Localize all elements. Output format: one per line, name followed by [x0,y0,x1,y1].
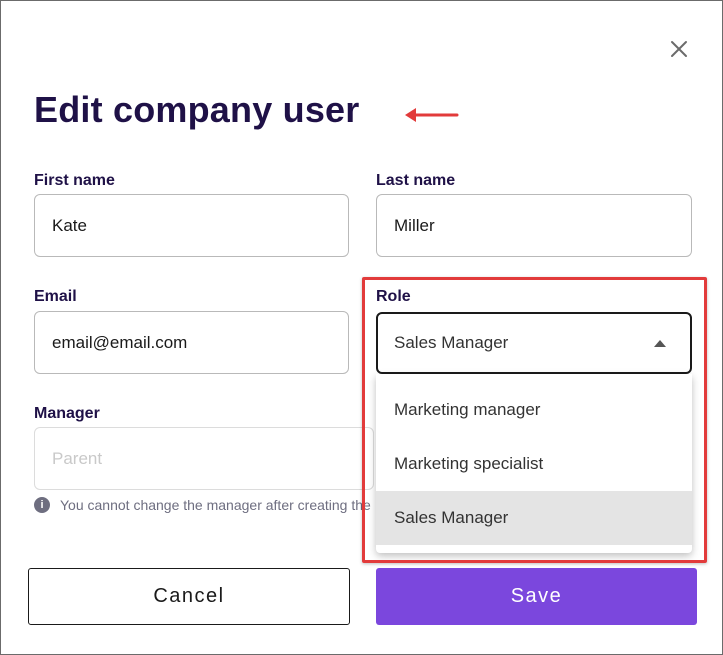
arrow-annotation-icon [405,108,459,122]
edit-user-dialog: Edit company user First name Last name E… [0,0,723,655]
close-button[interactable] [665,35,693,63]
manager-hint-text: You cannot change the manager after crea… [60,497,371,513]
manager-input [34,427,374,490]
role-dropdown-menu: Marketing manager Marketing specialist S… [376,374,692,553]
cancel-button[interactable]: Cancel [28,568,350,625]
role-option-sales-manager[interactable]: Sales Manager [376,491,692,545]
first-name-label: First name [34,172,115,189]
role-selected-value: Sales Manager [394,333,509,352]
role-label: Role [376,288,411,305]
close-icon [671,41,687,57]
manager-label: Manager [34,405,100,422]
save-button[interactable]: Save [376,568,697,625]
email-input[interactable] [34,311,349,374]
first-name-input[interactable] [34,194,349,257]
role-option-marketing-manager[interactable]: Marketing manager [376,383,692,437]
role-option-marketing-specialist[interactable]: Marketing specialist [376,437,692,491]
last-name-label: Last name [376,172,456,189]
email-label: Email [34,288,77,305]
caret-up-icon [654,339,666,347]
role-select[interactable]: Sales Manager [376,312,692,374]
info-icon: i [34,497,50,513]
manager-hint: i You cannot change the manager after cr… [34,497,371,513]
last-name-input[interactable] [376,194,692,257]
dialog-title: Edit company user [34,89,360,130]
